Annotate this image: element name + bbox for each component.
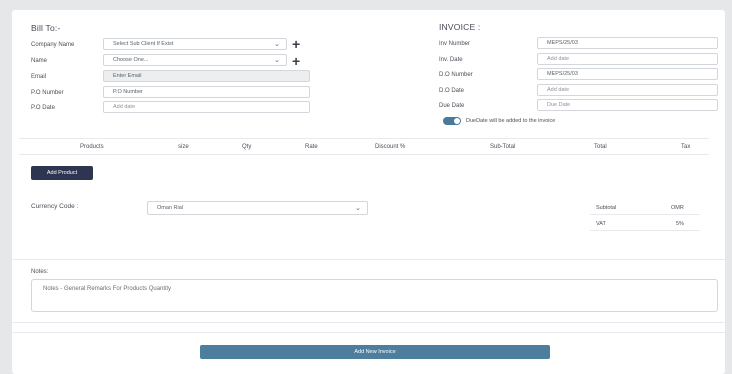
col-header-total: Total [594,144,607,150]
add-name-plus-icon[interactable]: + [292,54,300,68]
vat-value: 5% [676,221,684,227]
name-value: Choose One... [113,57,149,63]
company-name-value: Select Sub Client If Exist [113,41,174,47]
do-number-label: D.O Number [439,72,473,78]
subtotal-value: OMR [671,205,684,211]
due-date-toggle-text: DueDate will be added to the invoice [466,118,556,124]
email-label: Email [31,74,47,80]
summary-divider [590,230,700,231]
inv-number-field[interactable]: MEPS/25/03 [537,37,718,49]
name-select[interactable]: Choose One... ⌄ [103,54,287,66]
do-date-label: D.O Date [439,88,465,94]
col-header-tax: Tax [681,144,691,150]
due-date-label: Due Date [439,103,465,109]
col-header-discount: Discount % [375,144,406,150]
inv-date-field[interactable]: Add date [537,53,718,65]
notes-divider [12,259,725,260]
company-name-select[interactable]: Select Sub Client If Exist ⌄ [103,38,287,50]
po-number-field[interactable]: P.O Number [103,86,310,98]
inv-date-label: Inv. Date [439,57,463,63]
do-number-field[interactable]: MEPS/25/03 [537,68,718,80]
due-date-toggle[interactable] [443,117,461,125]
chevron-down-icon: ⌄ [274,57,280,64]
col-header-subtotal: Sub-Total [490,144,516,150]
add-product-button[interactable]: Add Product [31,166,93,180]
po-date-label: P.O Date [31,105,55,111]
notes-textarea[interactable]: Notes - General Remarks For Products Qua… [31,279,718,312]
add-new-invoice-button[interactable]: Add New Invoice [200,345,550,359]
table-header-divider [19,154,709,155]
vat-label: VAT [596,221,606,227]
email-field[interactable]: Enter Email [103,70,310,82]
po-date-field[interactable]: Add date [103,101,310,113]
footer-divider [12,322,725,323]
do-date-field[interactable]: Add date [537,84,718,96]
name-label: Name [31,58,48,64]
col-header-size: size [178,144,189,150]
table-top-divider [19,138,709,139]
invoice-title: INVOICE : [439,22,481,32]
currency-value: Oman Rial [157,205,183,211]
po-number-label: P.O Number [31,90,64,96]
chevron-down-icon: ⌄ [274,41,280,48]
inv-number-label: Inv Number [439,41,471,47]
currency-code-label: Currency Code : [31,203,79,210]
summary-divider [590,214,700,215]
col-header-products: Products [80,144,104,150]
footer-divider [12,332,725,333]
currency-select[interactable]: Oman Rial ⌄ [147,201,368,215]
subtotal-label: Subtotal [596,205,617,211]
add-company-plus-icon[interactable]: + [292,37,300,51]
col-header-rate: Rate [305,144,318,150]
company-name-label: Company Name [31,42,75,48]
due-date-field[interactable]: Due Date [537,99,718,111]
chevron-down-icon: ⌄ [355,205,361,212]
col-header-qty: Qty [242,144,252,150]
bill-to-title: Bill To:- [31,23,61,33]
notes-label: Notes: [31,269,49,275]
